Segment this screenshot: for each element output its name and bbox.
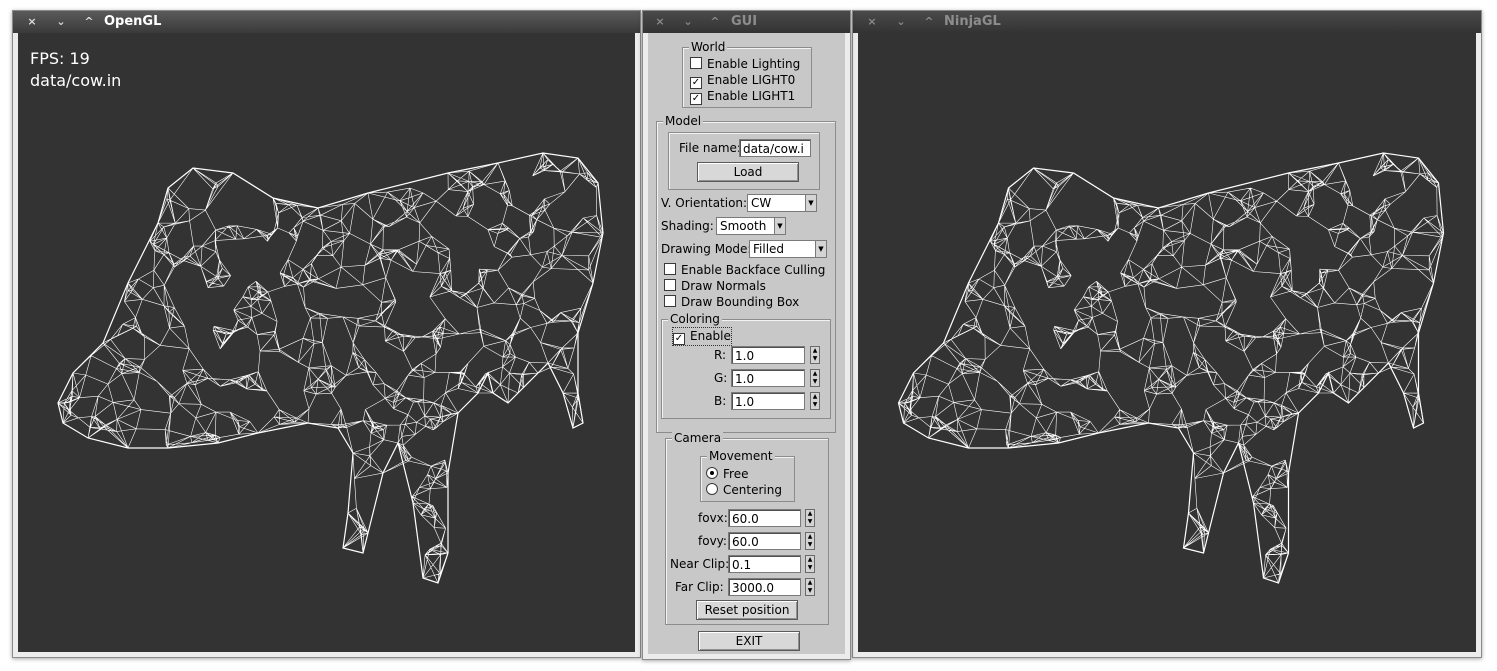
fovx-input[interactable]: 60.0 <box>728 509 801 527</box>
coloring-group-title: Coloring <box>668 311 722 327</box>
enable-lighting-checkbox[interactable]: Enable Lighting <box>690 56 800 72</box>
movement-group: Movement Free Centering <box>700 448 795 502</box>
shading-value: Smooth <box>720 219 767 233</box>
minimize-icon[interactable]: ⌄ <box>892 14 910 29</box>
radio-icon[interactable] <box>706 483 718 495</box>
wireframe-edges <box>898 152 1444 584</box>
orientation-select[interactable]: CW ▼ <box>747 194 817 212</box>
ninjagl-titlebar[interactable]: × ⌄ ^ NinjaGL <box>853 11 1481 33</box>
drawing-mode-select[interactable]: Filled ▼ <box>749 240 827 258</box>
opengl-titlebar[interactable]: × ⌄ ^ OpenGL <box>13 11 640 33</box>
movement-free-radio[interactable]: Free <box>706 466 748 482</box>
far-clip-input[interactable]: 3000.0 <box>728 578 801 596</box>
far-clip-label: Far Clip: <box>675 580 724 594</box>
cow-wireframe-model <box>897 152 1445 584</box>
gui-window: × ⌄ ^ GUI World Enable Lighting ✓ Enable … <box>642 10 851 660</box>
b-label: B: <box>714 394 727 408</box>
coloring-enable-label: Enable <box>690 329 731 343</box>
free-label: Free <box>723 467 749 481</box>
chevron-down-icon[interactable]: ▼ <box>774 218 785 234</box>
fovy-spinner[interactable]: ▲ ▼ <box>805 532 815 550</box>
wireframe-edges <box>57 152 604 584</box>
draw-bounding-box-checkbox[interactable]: Draw Bounding Box <box>664 294 799 310</box>
fovx-spinner[interactable]: ▲ ▼ <box>805 509 815 527</box>
chevron-down-icon[interactable]: ▼ <box>805 195 816 211</box>
exit-button[interactable]: EXIT <box>698 631 800 651</box>
movement-group-title: Movement <box>707 448 775 464</box>
r-input[interactable]: 1.0 <box>731 346 805 364</box>
enable-light0-checkbox[interactable]: ✓ Enable LIGHT0 <box>690 72 795 89</box>
r-label: R: <box>714 348 727 362</box>
minimize-icon[interactable]: ⌄ <box>52 14 70 29</box>
g-label: G: <box>714 371 728 385</box>
maximize-icon[interactable]: ^ <box>706 14 724 29</box>
maximize-icon[interactable]: ^ <box>80 14 98 29</box>
cow-wireframe-model <box>57 152 604 584</box>
near-clip-spinner[interactable]: ▲ ▼ <box>805 555 815 573</box>
fovx-label: fovx: <box>698 511 728 525</box>
checkbox-box[interactable] <box>664 263 676 275</box>
gui-panel: World Enable Lighting ✓ Enable LIGHT0 ✓ En… <box>648 33 845 654</box>
world-group-title: World <box>689 39 728 55</box>
reset-position-button[interactable]: Reset position <box>696 600 798 620</box>
window-title: OpenGL <box>104 14 162 29</box>
movement-centering-radio[interactable]: Centering <box>706 482 782 498</box>
opengl-viewport[interactable]: FPS: 19 data/cow.in <box>18 33 635 652</box>
ninjagl-viewport[interactable] <box>858 33 1476 652</box>
fovy-label: fovy: <box>698 534 727 548</box>
gui-titlebar[interactable]: × ⌄ ^ GUI <box>643 11 850 33</box>
close-icon[interactable]: × <box>863 14 881 29</box>
window-title: GUI <box>731 14 758 29</box>
minimize-icon[interactable]: ⌄ <box>679 14 697 29</box>
enable-light1-checkbox[interactable]: ✓ Enable LIGHT1 <box>690 88 795 105</box>
check-icon[interactable]: ✓ <box>690 93 702 105</box>
world-group: World Enable Lighting ✓ Enable LIGHT0 ✓ En… <box>682 39 812 108</box>
coloring-group: Coloring ✓ Enable R: 1.0 ▲ ▼ G: 1.0 ▲ ▼ B: … <box>661 311 831 419</box>
checkbox-box[interactable] <box>664 295 676 307</box>
camera-group: Camera Movement Free Centering fovx: 60.… <box>665 430 829 625</box>
near-clip-input[interactable]: 0.1 <box>728 555 801 573</box>
draw-normals-checkbox[interactable]: Draw Normals <box>664 278 766 294</box>
camera-group-title: Camera <box>672 430 724 446</box>
load-button[interactable]: Load <box>697 162 799 182</box>
chevron-down-icon[interactable]: ▼ <box>815 241 826 257</box>
enable-lighting-label: Enable Lighting <box>707 57 801 71</box>
shading-select[interactable]: Smooth ▼ <box>716 217 786 235</box>
draw-normals-label: Draw Normals <box>681 279 766 293</box>
near-clip-label: Near Clip: <box>670 557 730 571</box>
coloring-enable-checkbox[interactable]: ✓ Enable <box>672 327 732 346</box>
checkbox-box[interactable] <box>664 279 676 291</box>
orientation-value: CW <box>751 196 772 210</box>
close-icon[interactable]: × <box>23 14 41 29</box>
b-spinner[interactable]: ▲ ▼ <box>810 392 820 410</box>
maximize-icon[interactable]: ^ <box>920 14 938 29</box>
window-title: NinjaGL <box>944 14 1001 29</box>
close-icon[interactable]: × <box>651 14 669 29</box>
model-group-title: Model <box>663 113 704 129</box>
radio-selected-icon[interactable] <box>706 467 718 479</box>
far-clip-spinner[interactable]: ▲ ▼ <box>805 578 815 596</box>
b-input[interactable]: 1.0 <box>731 392 805 410</box>
check-icon[interactable]: ✓ <box>673 333 685 345</box>
file-name-input[interactable]: data/cow.i <box>739 139 811 157</box>
r-spinner[interactable]: ▲ ▼ <box>810 346 820 364</box>
backface-culling-label: Enable Backface Culling <box>681 263 826 277</box>
draw-bounding-box-label: Draw Bounding Box <box>681 295 800 309</box>
orientation-label: V. Orientation: <box>661 196 748 210</box>
g-spinner[interactable]: ▲ ▼ <box>810 369 820 387</box>
drawing-mode-value: Filled <box>753 242 785 256</box>
centering-label: Centering <box>723 483 782 497</box>
file-name-label: File name: <box>679 141 741 155</box>
backface-culling-checkbox[interactable]: Enable Backface Culling <box>664 262 825 278</box>
opengl-window: × ⌄ ^ OpenGL FPS: 19 data/cow.in <box>12 10 641 658</box>
g-input[interactable]: 1.0 <box>731 369 805 387</box>
model-group: Model File name: data/cow.i Load V. Orie… <box>656 113 836 433</box>
enable-light1-label: Enable LIGHT1 <box>707 89 796 103</box>
enable-light0-label: Enable LIGHT0 <box>707 73 796 87</box>
checkbox-box[interactable] <box>690 57 702 69</box>
shading-label: Shading: <box>661 219 714 233</box>
drawing-mode-label: Drawing Mode: <box>661 242 752 256</box>
ninjagl-window: × ⌄ ^ NinjaGL <box>852 10 1482 658</box>
fovy-input[interactable]: 60.0 <box>728 532 801 550</box>
